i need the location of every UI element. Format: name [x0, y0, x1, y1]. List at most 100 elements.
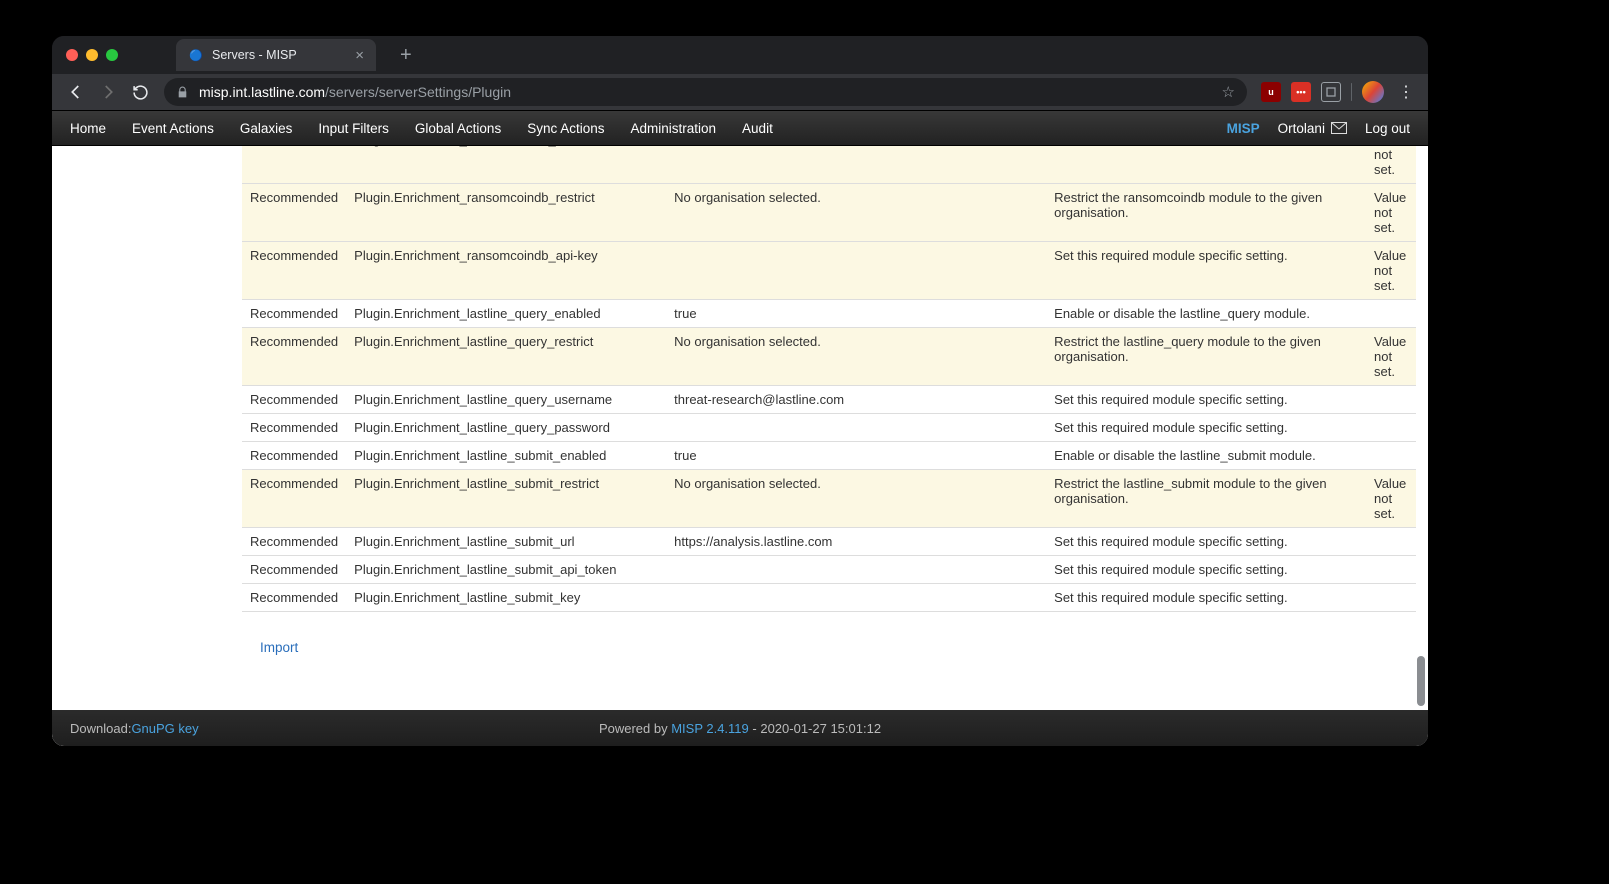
nav-event-actions[interactable]: Event Actions [132, 121, 214, 136]
cell-setting: Plugin.Enrichment_lastline_query_restric… [346, 328, 666, 386]
cell-setting: Plugin.Enrichment_ransomcoindb_enabled [346, 146, 666, 184]
cell-value: true [666, 300, 1046, 328]
cell-error [1366, 528, 1416, 556]
cell-priority: Recommended [242, 470, 346, 528]
cell-priority: Recommended [242, 184, 346, 242]
toolbar-separator [1351, 83, 1352, 101]
table-row[interactable]: RecommendedPlugin.Enrichment_lastline_qu… [242, 328, 1416, 386]
cell-description: Set this required module specific settin… [1046, 556, 1366, 584]
reader-icon[interactable] [1321, 82, 1341, 102]
url-path: /servers/serverSettings/Plugin [325, 84, 511, 100]
envelope-icon[interactable] [1331, 122, 1347, 134]
bookmark-icon[interactable]: ☆ [1222, 83, 1235, 101]
profile-avatar[interactable] [1362, 81, 1384, 103]
settings-table: RecommendedPlugin.Enrichment_ransomcoind… [242, 146, 1416, 612]
cell-error [1366, 386, 1416, 414]
powered-link[interactable]: MISP 2.4.119 [671, 721, 749, 736]
powered-by: Powered by MISP 2.4.119 - 2020-01-27 15:… [599, 721, 881, 736]
cell-priority: Recommended [242, 328, 346, 386]
cell-error [1366, 414, 1416, 442]
cell-error [1366, 300, 1416, 328]
address-bar[interactable]: misp.int.lastline.com/servers/serverSett… [164, 78, 1247, 106]
cell-description: Enable or disable the ransomcoindb modul… [1046, 146, 1366, 184]
cell-priority: Recommended [242, 442, 346, 470]
cell-error: Value not set. [1366, 470, 1416, 528]
browser-tab[interactable]: 🔵 Servers - MISP × [176, 39, 376, 71]
browser-toolbar: misp.int.lastline.com/servers/serverSett… [52, 74, 1428, 110]
cell-value: false [666, 146, 1046, 184]
table-row[interactable]: RecommendedPlugin.Enrichment_lastline_qu… [242, 414, 1416, 442]
nav-input-filters[interactable]: Input Filters [318, 121, 389, 136]
sidebar [52, 146, 242, 746]
brand-link[interactable]: MISP [1227, 121, 1260, 136]
lock-icon [176, 86, 189, 99]
main-pane: RecommendedPlugin.Enrichment_ransomcoind… [242, 146, 1416, 655]
table-row[interactable]: RecommendedPlugin.Enrichment_ransomcoind… [242, 146, 1416, 184]
browser-menu-icon[interactable]: ⋮ [1394, 82, 1418, 102]
minimize-window-icon[interactable] [86, 49, 98, 61]
nav-home[interactable]: Home [70, 121, 106, 136]
maximize-window-icon[interactable] [106, 49, 118, 61]
cell-priority: Recommended [242, 146, 346, 184]
nav-menu: Home Event Actions Galaxies Input Filter… [70, 121, 773, 136]
nav-right: MISP Ortolani Log out [1227, 121, 1410, 136]
nav-administration[interactable]: Administration [631, 121, 717, 136]
cell-value: No organisation selected. [666, 184, 1046, 242]
cell-error [1366, 442, 1416, 470]
table-row[interactable]: RecommendedPlugin.Enrichment_lastline_su… [242, 556, 1416, 584]
app-footer: Download: GnuPG key Powered by MISP 2.4.… [52, 710, 1428, 746]
close-tab-icon[interactable]: × [355, 48, 364, 63]
cell-description: Set this required module specific settin… [1046, 584, 1366, 612]
nav-global-actions[interactable]: Global Actions [415, 121, 501, 136]
scrollbar[interactable] [1416, 146, 1426, 746]
ublock-icon[interactable]: u [1261, 82, 1281, 102]
window-controls [66, 49, 118, 61]
cell-value [666, 556, 1046, 584]
nav-sync-actions[interactable]: Sync Actions [527, 121, 604, 136]
user-name[interactable]: Ortolani [1278, 121, 1325, 136]
cell-setting: Plugin.Enrichment_lastline_submit_url [346, 528, 666, 556]
forward-button[interactable] [94, 78, 122, 106]
page-content: RecommendedPlugin.Enrichment_ransomcoind… [52, 146, 1428, 746]
cell-description: Restrict the lastline_query module to th… [1046, 328, 1366, 386]
url-domain: misp.int.lastline.com [199, 84, 325, 100]
cell-error: Value not set. [1366, 328, 1416, 386]
table-row[interactable]: RecommendedPlugin.Enrichment_lastline_su… [242, 584, 1416, 612]
cell-setting: Plugin.Enrichment_lastline_submit_enable… [346, 442, 666, 470]
powered-prefix: Powered by [599, 721, 671, 736]
gnupg-link[interactable]: GnuPG key [131, 721, 198, 736]
lastpass-icon[interactable]: ••• [1291, 82, 1311, 102]
cell-description: Set this required module specific settin… [1046, 242, 1366, 300]
cell-description: Enable or disable the lastline_query mod… [1046, 300, 1366, 328]
cell-setting: Plugin.Enrichment_lastline_submit_api_to… [346, 556, 666, 584]
reload-button[interactable] [126, 78, 154, 106]
favicon-icon: 🔵 [188, 47, 204, 63]
browser-window: 🔵 Servers - MISP × + misp.int.lastline.c… [52, 36, 1428, 746]
new-tab-button[interactable]: + [394, 44, 418, 67]
nav-galaxies[interactable]: Galaxies [240, 121, 293, 136]
table-row[interactable]: RecommendedPlugin.Enrichment_lastline_su… [242, 442, 1416, 470]
table-row[interactable]: RecommendedPlugin.Enrichment_ransomcoind… [242, 242, 1416, 300]
cell-value: threat-research@lastline.com [666, 386, 1046, 414]
cell-setting: Plugin.Enrichment_lastline_query_usernam… [346, 386, 666, 414]
cell-error: Value not set. [1366, 184, 1416, 242]
nav-audit[interactable]: Audit [742, 121, 773, 136]
table-row[interactable]: RecommendedPlugin.Enrichment_lastline_qu… [242, 300, 1416, 328]
powered-suffix: - 2020-01-27 15:01:12 [749, 721, 881, 736]
logout-link[interactable]: Log out [1365, 121, 1410, 136]
close-window-icon[interactable] [66, 49, 78, 61]
import-link[interactable]: Import [260, 640, 1416, 655]
cell-setting: Plugin.Enrichment_ransomcoindb_api-key [346, 242, 666, 300]
cell-value: https://analysis.lastline.com [666, 528, 1046, 556]
cell-error [1366, 556, 1416, 584]
table-row[interactable]: RecommendedPlugin.Enrichment_lastline_qu… [242, 386, 1416, 414]
cell-error: Value not set. [1366, 242, 1416, 300]
table-row[interactable]: RecommendedPlugin.Enrichment_lastline_su… [242, 470, 1416, 528]
cell-value [666, 242, 1046, 300]
table-row[interactable]: RecommendedPlugin.Enrichment_ransomcoind… [242, 184, 1416, 242]
scrollbar-thumb[interactable] [1417, 656, 1425, 706]
table-row[interactable]: RecommendedPlugin.Enrichment_lastline_su… [242, 528, 1416, 556]
cell-value [666, 414, 1046, 442]
back-button[interactable] [62, 78, 90, 106]
cell-value: true [666, 442, 1046, 470]
